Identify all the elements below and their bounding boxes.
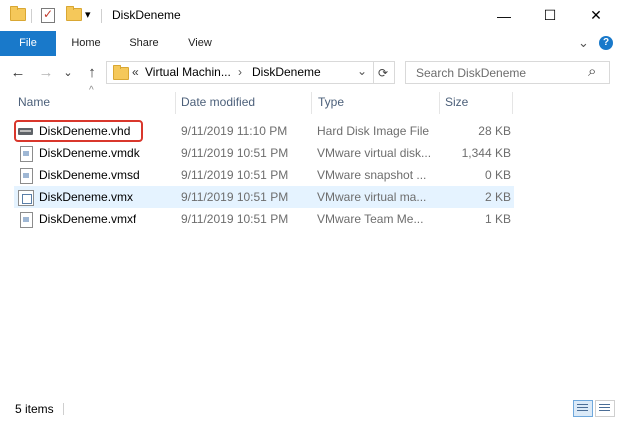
column-header-name[interactable]: Name — [18, 90, 50, 115]
file-icon — [20, 168, 33, 184]
item-count: 5 items — [15, 402, 54, 416]
minimize-button[interactable]: — — [481, 0, 527, 31]
file-date: 9/11/2019 10:51 PM — [181, 190, 289, 204]
file-icon — [20, 146, 33, 162]
column-header-date-modified[interactable]: Date modified — [181, 90, 255, 115]
file-size: 2 KB — [484, 190, 511, 204]
file-size: 0 KB — [484, 168, 511, 182]
search-icon: ⌕ — [588, 63, 597, 80]
breadcrumb-overflow[interactable]: « — [132, 65, 139, 79]
forward-button[interactable]: → — [36, 62, 56, 82]
tab-view[interactable]: View — [180, 31, 220, 56]
expand-ribbon-icon[interactable]: ⌄ — [578, 35, 589, 51]
sort-ascending-icon: ^ — [89, 85, 94, 96]
recent-locations-button[interactable]: ⌄ — [61, 62, 75, 82]
file-date: 9/11/2019 10:51 PM — [181, 168, 289, 182]
file-row-vmsd[interactable]: DiskDeneme.vmsd 9/11/2019 10:51 PM VMwar… — [14, 164, 514, 186]
highlight-annotation — [14, 120, 143, 142]
tab-file[interactable]: File — [0, 31, 56, 56]
file-size: 1,344 KB — [461, 146, 511, 160]
divider — [101, 9, 102, 23]
status-bar: 5 items — [0, 398, 620, 421]
column-divider[interactable] — [311, 92, 312, 114]
file-type: VMware snapshot ... — [317, 168, 427, 182]
search-input[interactable] — [414, 65, 588, 81]
properties-icon[interactable] — [41, 7, 55, 23]
details-view-button[interactable] — [573, 400, 593, 417]
column-header-size[interactable]: Size — [445, 90, 468, 115]
file-row-vmx[interactable]: DiskDeneme.vmx 9/11/2019 10:51 PM VMware… — [14, 186, 514, 208]
breadcrumb-virtual-machines[interactable]: Virtual Machin... — [145, 65, 231, 79]
file-date: 9/11/2019 10:51 PM — [181, 146, 289, 160]
close-button[interactable]: ✕ — [573, 0, 619, 31]
divider — [63, 403, 64, 415]
vm-config-icon — [18, 190, 34, 206]
up-button[interactable]: ↑ — [82, 62, 102, 82]
help-icon[interactable]: ? — [599, 36, 613, 50]
maximize-button[interactable]: ☐ — [527, 0, 573, 31]
file-icon — [20, 212, 33, 228]
breadcrumb-diskdeneme[interactable]: DiskDeneme — [252, 65, 321, 79]
customize-quick-access-icon[interactable]: ▾ — [85, 8, 91, 21]
column-divider[interactable] — [175, 92, 176, 114]
title-bar: ▾ DiskDeneme — ☐ ✕ — [0, 0, 620, 31]
tab-share[interactable]: Share — [122, 31, 166, 56]
file-type: VMware Team Me... — [317, 212, 424, 226]
search-box[interactable]: ⌕ — [405, 61, 610, 84]
new-folder-icon[interactable] — [66, 6, 82, 21]
file-type: Hard Disk Image File — [317, 124, 430, 138]
address-bar[interactable]: « Virtual Machin... › DiskDeneme ⌄ — [106, 61, 374, 84]
file-date: 9/11/2019 10:51 PM — [181, 212, 289, 226]
file-size: 28 KB — [478, 124, 511, 138]
file-name: DiskDeneme.vmdk — [39, 146, 140, 160]
ribbon-tabs: File Home Share View ⌄ ? — [0, 31, 620, 57]
large-icons-view-button[interactable] — [595, 400, 615, 417]
window-title: DiskDeneme — [112, 8, 181, 22]
column-divider[interactable] — [439, 92, 440, 114]
file-row-vmdk[interactable]: DiskDeneme.vmdk 9/11/2019 10:51 PM VMwar… — [14, 142, 514, 164]
file-size: 1 KB — [484, 212, 511, 226]
divider — [31, 9, 32, 23]
file-type: VMware virtual disk... — [317, 146, 432, 160]
folder-icon[interactable] — [10, 6, 26, 21]
file-name: DiskDeneme.vmxf — [39, 212, 137, 226]
file-row-vmxf[interactable]: DiskDeneme.vmxf 9/11/2019 10:51 PM VMwar… — [14, 208, 514, 230]
file-type: VMware virtual ma... — [317, 190, 427, 204]
file-name: DiskDeneme.vmx — [39, 190, 134, 204]
tab-home[interactable]: Home — [64, 31, 108, 56]
column-header-type[interactable]: Type — [318, 90, 344, 115]
column-divider[interactable] — [512, 92, 513, 114]
back-button[interactable]: ← — [8, 62, 28, 82]
file-name: DiskDeneme.vmsd — [39, 168, 140, 182]
breadcrumb-separator[interactable]: › — [238, 65, 242, 79]
file-date: 9/11/2019 11:10 PM — [181, 124, 288, 138]
address-history-dropdown-icon[interactable]: ⌄ — [357, 64, 367, 78]
folder-icon — [113, 65, 129, 80]
refresh-button[interactable]: ⟳ — [372, 61, 395, 84]
